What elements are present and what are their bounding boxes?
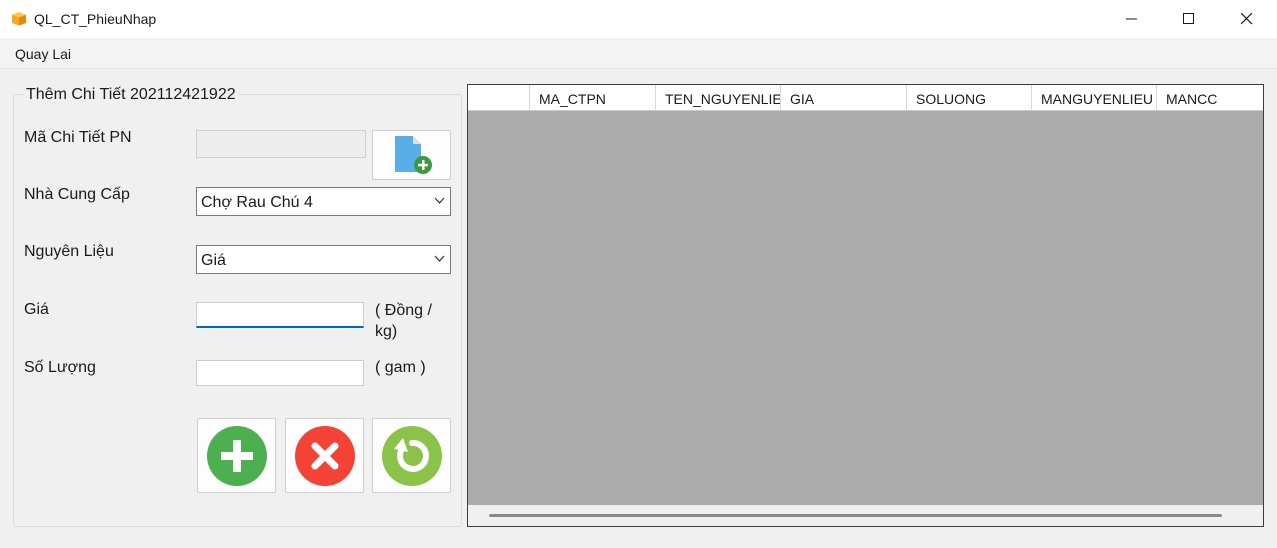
maximize-button[interactable] xyxy=(1160,0,1218,38)
title-bar: QL_CT_PhieuNhap xyxy=(0,0,1277,38)
column-header[interactable]: SOLUONG xyxy=(907,85,1032,110)
gia-label: Giá xyxy=(24,301,49,318)
new-detail-button[interactable] xyxy=(372,130,451,180)
chevron-down-icon xyxy=(434,255,445,262)
close-icon xyxy=(1241,13,1253,25)
minimize-button[interactable] xyxy=(1103,0,1161,38)
gia-input[interactable] xyxy=(196,302,364,328)
so-luong-label: Số Lượng xyxy=(24,359,96,376)
grid-header: MA_CTPN TEN_NGUYENLIE GIA SOLUONG MANGUY… xyxy=(468,85,1263,111)
maximize-icon xyxy=(1183,13,1194,24)
nha-cung-cap-value: Chợ Rau Chú 4 xyxy=(201,194,313,211)
nha-cung-cap-label: Nhà Cung Cấp xyxy=(24,186,130,203)
refresh-icon xyxy=(381,425,442,486)
delete-button[interactable] xyxy=(285,418,364,493)
menu-back[interactable]: Quay Lai xyxy=(15,46,71,62)
column-header[interactable]: MANGUYENLIEU xyxy=(1032,85,1157,110)
nguyen-lieu-label: Nguyên Liệu xyxy=(24,243,114,260)
scrollbar-thumb[interactable] xyxy=(489,514,1222,517)
nha-cung-cap-combobox[interactable]: Chợ Rau Chú 4 xyxy=(196,187,451,216)
delete-icon xyxy=(294,425,355,486)
refresh-button[interactable] xyxy=(372,418,451,493)
ma-chi-tiet-label: Mã Chi Tiết PN xyxy=(24,129,132,146)
minimize-icon xyxy=(1126,18,1137,20)
row-header-corner xyxy=(468,85,530,110)
gia-unit-line2: kg) xyxy=(375,323,398,340)
add-button[interactable] xyxy=(197,418,276,493)
window-title: QL_CT_PhieuNhap xyxy=(34,11,157,27)
column-header[interactable]: TEN_NGUYENLIE xyxy=(656,85,781,110)
nguyen-lieu-value: Giá xyxy=(201,252,226,269)
new-document-icon xyxy=(394,136,432,174)
nguyen-lieu-combobox[interactable]: Giá xyxy=(196,245,451,274)
column-header[interactable]: MA_CTPN xyxy=(530,85,656,110)
ma-chi-tiet-field xyxy=(196,130,366,158)
so-luong-unit: ( gam ) xyxy=(375,359,426,376)
horizontal-scrollbar[interactable] xyxy=(468,505,1263,526)
app-icon xyxy=(12,12,26,26)
gia-unit-line1: ( Đồng / xyxy=(375,302,432,319)
column-header[interactable]: GIA xyxy=(781,85,907,110)
close-button[interactable] xyxy=(1218,0,1276,38)
add-icon xyxy=(206,425,267,486)
menu-bar: Quay Lai xyxy=(0,38,1277,69)
column-header[interactable]: MANCC xyxy=(1157,85,1263,110)
groupbox-title: Thêm Chi Tiết 202112421922 xyxy=(23,86,239,104)
detail-datagrid[interactable]: MA_CTPN TEN_NGUYENLIE GIA SOLUONG MANGUY… xyxy=(467,84,1264,527)
so-luong-input[interactable] xyxy=(196,360,364,386)
chevron-down-icon xyxy=(434,197,445,204)
